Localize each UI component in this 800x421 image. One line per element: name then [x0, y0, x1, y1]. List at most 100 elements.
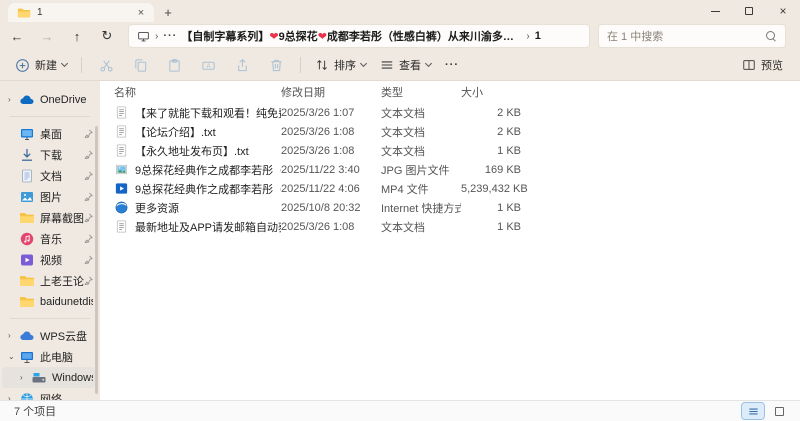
file-row[interactable]: 9总探花经典作之成都李若彤（性感白裤）072... 2025/11/22 4:0…	[100, 179, 800, 198]
share-button[interactable]	[225, 53, 259, 77]
breadcrumb-folder-segment[interactable]: 【自制字幕系列】❤9总探花❤成都李若彤（性感白裤）从来川渝多宝藏 港星女神八分像	[181, 28, 521, 44]
file-row[interactable]: 【论坛介绍】.txt 2025/3/26 1:08 文本文档 2 KB	[100, 122, 800, 141]
new-button[interactable]: 新建	[8, 53, 74, 77]
column-header-type[interactable]: 类型	[381, 84, 461, 100]
pin-icon	[84, 129, 93, 138]
sidebar-item-label: 桌面	[40, 128, 62, 141]
view-button[interactable]: 查看	[373, 53, 438, 77]
file-row[interactable]: 最新地址及APP请发邮箱自动获取！！！.txt 2025/3/26 1:08 文…	[100, 217, 800, 236]
sidebar-item-pictures[interactable]: 图片	[2, 186, 95, 207]
heart-icon: ❤	[269, 31, 279, 43]
file-name: 【论坛介绍】.txt	[135, 126, 216, 139]
new-label: 新建	[35, 60, 57, 72]
file-row[interactable]: 【永久地址发布页】.txt 2025/3/26 1:08 文本文档 1 KB	[100, 141, 800, 160]
minimize-button[interactable]	[698, 0, 732, 22]
preview-button[interactable]: 预览	[735, 53, 790, 77]
explorer-tab[interactable]: 1 ×	[8, 3, 154, 22]
address-bar[interactable]: › ··· 【自制字幕系列】❤9总探花❤成都李若彤（性感白裤）从来川渝多宝藏 港…	[128, 24, 590, 48]
maximize-button[interactable]	[732, 0, 766, 22]
toolbar-divider	[81, 57, 82, 73]
forward-button[interactable]: →	[34, 24, 60, 48]
expand-chevron-icon[interactable]: ›	[20, 373, 31, 382]
copy-button[interactable]	[123, 53, 157, 77]
navigation-bar: ← → ↑ ↻ › ··· 【自制字幕系列】❤9总探花❤成都李若彤（性感白裤）从…	[0, 22, 800, 50]
search-box[interactable]: 在 1 中搜索	[598, 24, 786, 48]
document-icon	[22, 169, 32, 182]
more-options-button[interactable]: ···	[438, 53, 466, 77]
file-name: 最新地址及APP请发邮箱自动获取！！！.txt	[135, 221, 281, 234]
new-tab-button[interactable]: +	[158, 3, 178, 22]
sidebar-item-desktop[interactable]: 桌面	[2, 123, 95, 144]
collapse-chevron-icon[interactable]: ⌄	[8, 352, 19, 361]
file-date: 2025/11/22 3:40	[281, 163, 360, 176]
sidebar-item-label: 此电脑	[40, 351, 73, 364]
sidebar-item-screenshots[interactable]: 屏幕截图	[2, 207, 95, 228]
file-type: 文本文档	[381, 145, 425, 158]
delete-button[interactable]	[259, 53, 293, 77]
file-size: 2 KB	[497, 125, 521, 138]
breadcrumb-chevron-icon: ›	[155, 30, 159, 42]
text-file-icon	[116, 106, 127, 119]
column-header-date[interactable]: 修改日期	[281, 84, 381, 100]
sidebar-item-this-pc[interactable]: ⌄ 此电脑	[2, 346, 95, 367]
trash-icon	[270, 59, 282, 71]
sidebar-item-baidu-folder[interactable]: baidunetdiskdo	[2, 291, 95, 312]
rename-button[interactable]: A	[191, 53, 225, 77]
svg-text:A: A	[206, 62, 211, 69]
paste-button[interactable]	[157, 53, 191, 77]
sidebar-item-documents[interactable]: 文档	[2, 165, 95, 186]
pin-icon	[84, 276, 93, 285]
sidebar-item-onedrive[interactable]: › OneDrive	[2, 89, 95, 110]
file-size: 1 KB	[497, 144, 521, 157]
file-date: 2025/10/8 20:32	[281, 201, 361, 214]
copy-icon	[134, 58, 146, 72]
tab-close-icon[interactable]: ×	[134, 7, 148, 19]
sidebar-item-label: 网络	[40, 393, 62, 401]
tab-bar: 1 × + ×	[0, 0, 800, 22]
file-size: 5,239,432 KB	[461, 182, 528, 195]
rename-icon: A	[201, 61, 215, 70]
sidebar-item-wps-cloud[interactable]: › WPS云盘	[2, 325, 95, 346]
file-row[interactable]: 9总探花经典作之成都李若彤（性感白裤）0[20... 2025/11/22 3:…	[100, 160, 800, 179]
expand-chevron-icon[interactable]: ›	[8, 331, 19, 340]
pin-icon	[84, 255, 93, 264]
sidebar-item-forum-folder[interactable]: 上老王论坛当	[2, 270, 95, 291]
breadcrumb-text: 【自制字幕系列】	[181, 31, 270, 43]
mp4-file-icon	[115, 183, 128, 194]
file-row[interactable]: 更多资源 2025/10/8 20:32 Internet 快捷方式 1 KB	[100, 198, 800, 217]
back-button[interactable]: ←	[4, 24, 30, 48]
column-header-size[interactable]: 大小	[461, 84, 521, 100]
maximize-icon	[745, 7, 753, 15]
sidebar-item-label: 屏幕截图	[40, 212, 84, 225]
internet-shortcut-icon	[115, 201, 128, 214]
sidebar-item-downloads[interactable]: 下载	[2, 144, 95, 165]
close-button[interactable]: ×	[766, 0, 800, 22]
details-view-toggle[interactable]	[741, 402, 765, 420]
expand-chevron-icon[interactable]: ›	[8, 95, 19, 104]
file-size: 1 KB	[497, 220, 521, 233]
this-pc-icon	[138, 31, 149, 41]
drive-icon	[32, 372, 46, 382]
file-row[interactable]: 【来了就能下载和观看！纯免费！】.txt 2025/3/26 1:07 文本文档…	[100, 103, 800, 122]
column-header-name[interactable]: 名称	[100, 84, 281, 100]
up-button[interactable]: ↑	[64, 24, 90, 48]
sidebar-item-videos[interactable]: 视频	[2, 249, 95, 270]
sidebar-scrollbar[interactable]	[95, 126, 98, 394]
thumbnail-view-toggle[interactable]	[768, 403, 790, 419]
file-list-pane: 名称 修改日期 类型 大小 【来了就能下载和观看！纯免费！】.txt 2025/…	[100, 81, 800, 400]
sidebar-item-music[interactable]: 音乐	[2, 228, 95, 249]
pin-icon	[84, 234, 93, 243]
file-explorer-window: 1 × + × ← → ↑ ↻ › ··· 【自制字幕系列】❤9总探花❤成都李若…	[0, 0, 800, 421]
cut-button[interactable]	[89, 53, 123, 77]
breadcrumb-leaf-segment[interactable]: 1	[535, 30, 541, 42]
file-size: 169 KB	[484, 163, 521, 176]
search-placeholder: 在 1 中搜索	[607, 31, 664, 43]
refresh-button[interactable]: ↻	[94, 24, 120, 48]
sidebar-item-network[interactable]: › 网络	[2, 388, 95, 400]
item-count: 7 个项目	[14, 406, 57, 418]
sidebar-item-windows-ssd[interactable]: › Windows-SSD	[2, 367, 95, 388]
sort-button[interactable]: 排序	[308, 53, 373, 77]
breadcrumb-overflow-button[interactable]: ···	[163, 30, 177, 42]
folder-icon	[20, 212, 34, 223]
command-toolbar: 新建 A 排序 查看 ··· 预览	[0, 50, 800, 81]
